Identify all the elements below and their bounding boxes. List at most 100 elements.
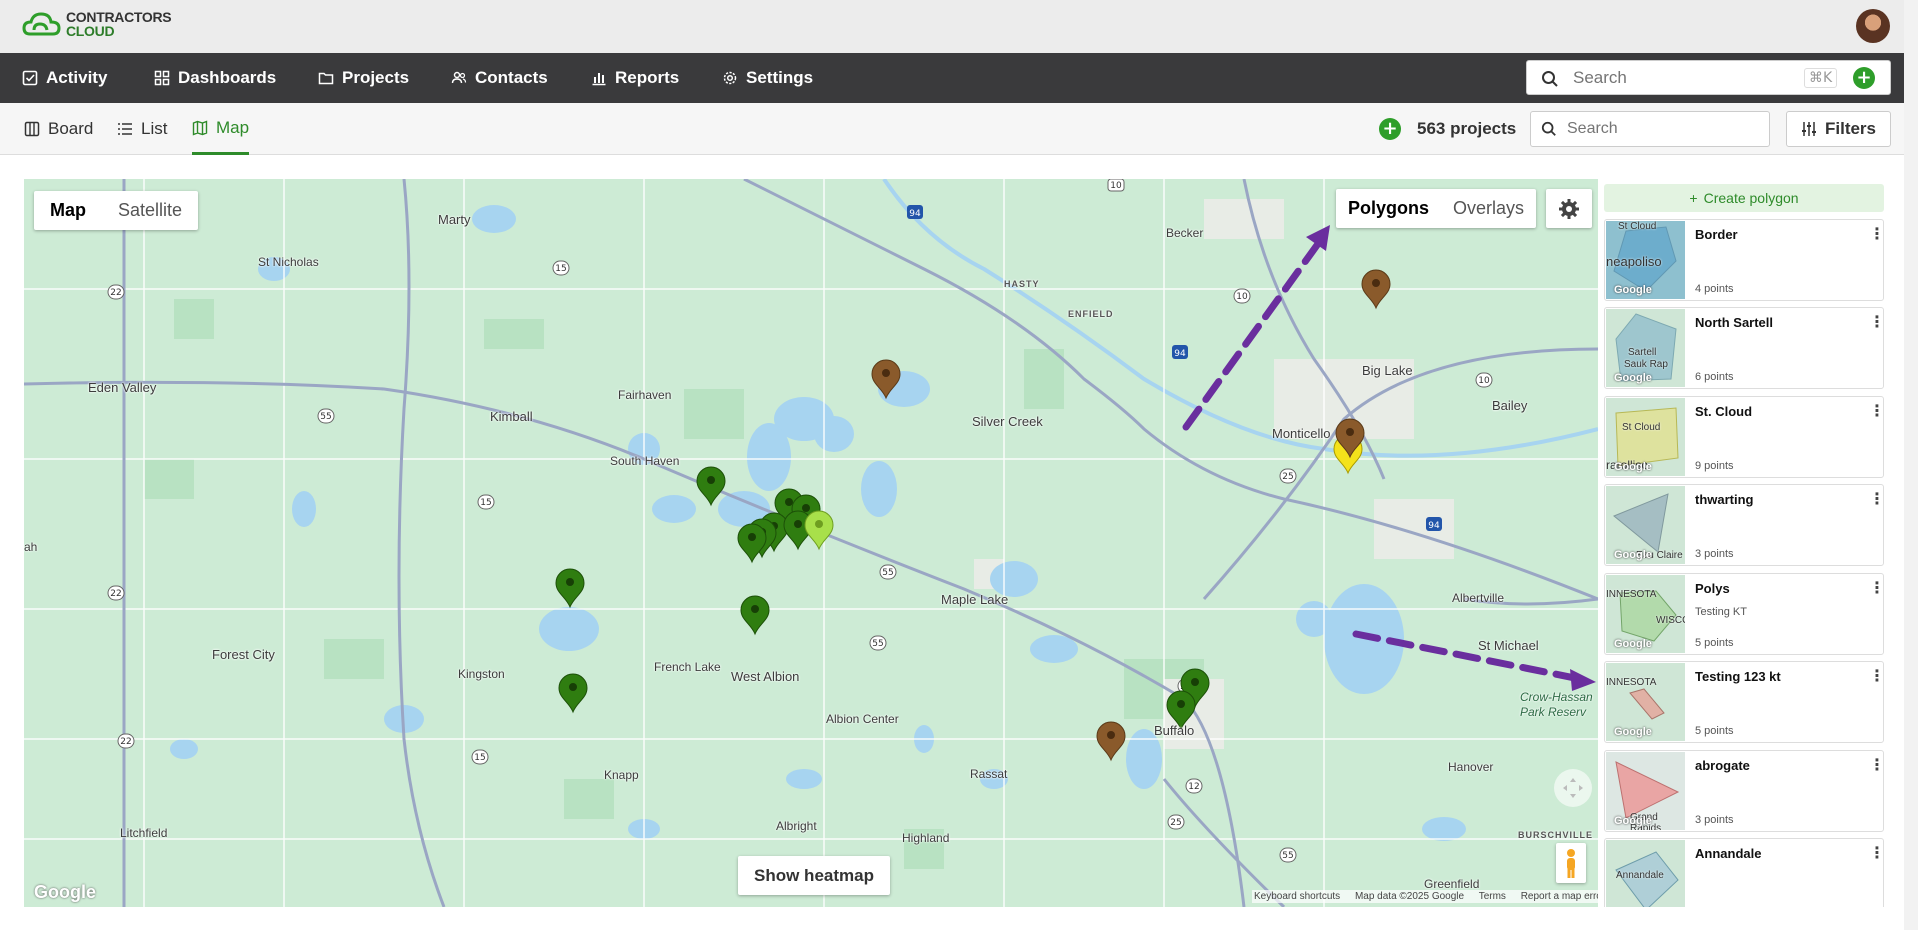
- nav-settings-label: Settings: [746, 68, 814, 87]
- more-options-icon[interactable]: ⋮: [1869, 580, 1885, 596]
- polygon-card[interactable]: Annandale Annandale ⋮: [1604, 838, 1885, 907]
- thumb-label: INNESOTA: [1606, 677, 1657, 688]
- tab-list[interactable]: List: [117, 103, 167, 155]
- keyboard-shortcuts-link[interactable]: Keyboard shortcuts: [1254, 891, 1340, 902]
- search-shortcut: ⌘K: [1804, 68, 1838, 88]
- filters-button[interactable]: Filters: [1786, 111, 1891, 147]
- place-label: ENFIELD: [1068, 309, 1114, 319]
- svg-text:10: 10: [1236, 292, 1248, 302]
- svg-text:94: 94: [1174, 349, 1186, 359]
- polygon-card[interactable]: Sartell Sauk Rap Google North Sartell 6 …: [1604, 307, 1885, 389]
- place-label: Monticello: [1272, 426, 1331, 441]
- nav-reports[interactable]: Reports: [591, 53, 679, 103]
- polygon-thumbnail: St Cloud rarolliso Google: [1606, 398, 1685, 476]
- street-view-pegman[interactable]: [1556, 843, 1586, 883]
- grid-icon: [154, 70, 170, 86]
- map-canvas[interactable]: 10 94 15 22 55 25 94 10 10 94 25 55 15 2…: [24, 179, 1598, 907]
- global-search-input[interactable]: [1573, 68, 1793, 88]
- nav-dashboards-label: Dashboards: [178, 68, 277, 87]
- map-type-control: Map Satellite: [34, 191, 199, 230]
- thumb-label: St Cloud: [1622, 422, 1661, 433]
- polygon-card[interactable]: INNESOTA Google Testing 123 kt 5 points …: [1604, 661, 1885, 743]
- app-logo[interactable]: CONTRACTORS CLOUD: [22, 10, 172, 38]
- tab-polygons[interactable]: Polygons: [1336, 189, 1441, 228]
- svg-text:94: 94: [1428, 521, 1440, 531]
- nav-reports-label: Reports: [615, 68, 680, 87]
- tab-list-label: List: [141, 119, 168, 138]
- polygon-card[interactable]: St Cloud rarolliso Google St. Cloud 9 po…: [1604, 396, 1885, 478]
- report-error-link[interactable]: Report a map error: [1521, 891, 1598, 902]
- nav-contacts[interactable]: Contacts: [451, 53, 548, 103]
- google-mark: Google: [1614, 815, 1652, 827]
- show-heatmap-button[interactable]: Show heatmap: [738, 856, 890, 895]
- user-avatar[interactable]: [1856, 9, 1890, 43]
- google-mark: Google: [1614, 726, 1652, 738]
- svg-text:22: 22: [110, 589, 121, 599]
- google-mark: Google: [1614, 461, 1652, 473]
- window-edge: [1904, 0, 1918, 930]
- terms-link[interactable]: Terms: [1479, 891, 1506, 902]
- polygon-points: 3 points: [1695, 814, 1734, 826]
- road-shield: 25: [1167, 814, 1185, 830]
- nav-activity-label: Activity: [46, 68, 108, 87]
- nav-settings[interactable]: Settings: [722, 53, 813, 103]
- nav-activity[interactable]: Activity: [22, 53, 107, 103]
- google-mark: Google: [1614, 284, 1652, 296]
- place-label: Albertville: [1452, 591, 1505, 605]
- nav-dashboards[interactable]: Dashboards: [154, 53, 276, 103]
- road-shield: 25: [1279, 468, 1297, 484]
- place-label: Greenfield: [1424, 877, 1480, 891]
- svg-text:94: 94: [909, 209, 921, 219]
- more-options-icon[interactable]: ⋮: [1869, 668, 1885, 684]
- road-shield: 55: [879, 564, 897, 580]
- more-options-icon[interactable]: ⋮: [1869, 491, 1885, 507]
- place-label: Highland: [902, 831, 950, 845]
- polygon-card[interactable]: INNESOTA WISCO Google Polys Testing KT 5…: [1604, 573, 1885, 655]
- map-type-satellite-button[interactable]: Satellite: [102, 191, 198, 230]
- place-label: Becker: [1166, 226, 1204, 240]
- more-options-icon[interactable]: ⋮: [1869, 845, 1885, 861]
- more-options-icon[interactable]: ⋮: [1869, 757, 1885, 773]
- thumb-label: Sauk Rap: [1624, 359, 1668, 370]
- place-label: Kimball: [490, 409, 533, 424]
- place-label: Crow-Hassan: [1520, 690, 1593, 704]
- road-shield: 94: [907, 205, 923, 219]
- polygon-card[interactable]: Eau Claire Google thwarting 3 points ⋮: [1604, 484, 1885, 566]
- svg-text:25: 25: [1170, 818, 1181, 828]
- tab-overlays[interactable]: Overlays: [1441, 189, 1536, 228]
- top-bar: CONTRACTORS CLOUD: [0, 0, 1918, 53]
- people-icon: [451, 71, 467, 84]
- map-camera-control[interactable]: [1554, 769, 1592, 807]
- global-search[interactable]: ⌘K: [1526, 60, 1891, 95]
- search-icon: [1542, 71, 1558, 87]
- place-label: Buffalo: [1154, 723, 1195, 738]
- add-new-button[interactable]: +: [1853, 67, 1875, 89]
- project-search-input[interactable]: [1567, 120, 1757, 138]
- svg-text:22: 22: [110, 288, 121, 298]
- nav-projects[interactable]: Projects: [318, 53, 409, 103]
- project-search[interactable]: [1530, 111, 1770, 147]
- map-type-map-button[interactable]: Map: [34, 191, 102, 230]
- place-label: Kingston: [458, 667, 505, 681]
- more-options-icon[interactable]: ⋮: [1869, 314, 1885, 330]
- polygon-name: Polys: [1695, 581, 1730, 596]
- place-label: Albion Center: [826, 712, 899, 726]
- create-polygon-button[interactable]: + Create polygon: [1604, 184, 1884, 212]
- svg-text:55: 55: [882, 568, 893, 578]
- svg-text:25: 25: [1282, 472, 1293, 482]
- polygon-name: Border: [1695, 227, 1738, 242]
- svg-text:15: 15: [555, 264, 566, 274]
- place-label: Albright: [776, 819, 817, 833]
- more-options-icon[interactable]: ⋮: [1869, 226, 1885, 242]
- map-settings-button[interactable]: [1546, 189, 1592, 228]
- thumb-label: WISCO: [1656, 615, 1685, 626]
- add-project-button[interactable]: +: [1379, 118, 1401, 140]
- polygon-thumbnail: Sartell Sauk Rap Google: [1606, 309, 1685, 387]
- tab-board[interactable]: Board: [24, 103, 93, 155]
- more-options-icon[interactable]: ⋮: [1869, 403, 1885, 419]
- road-shield: 94: [1172, 345, 1188, 359]
- polygon-card[interactable]: Grand Rapids Google abrogate 3 points ⋮: [1604, 750, 1885, 832]
- tab-map[interactable]: Map: [192, 103, 250, 155]
- polygon-card[interactable]: St Cloud neapoliso Google Border 4 point…: [1604, 219, 1885, 301]
- polygon-name: thwarting: [1695, 492, 1754, 507]
